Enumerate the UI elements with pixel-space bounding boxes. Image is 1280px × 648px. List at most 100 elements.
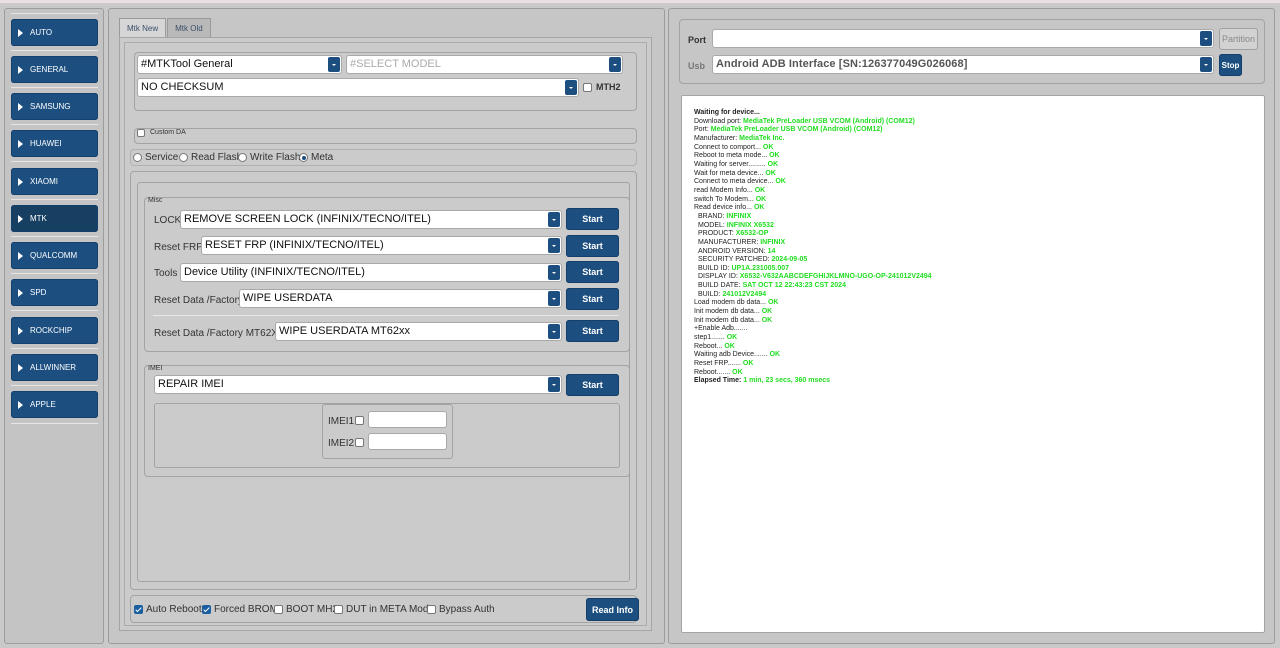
chevron-down-icon[interactable] bbox=[328, 57, 340, 72]
tab-mtk-new[interactable]: Mtk New bbox=[119, 18, 167, 37]
mode-service-label: Service bbox=[145, 152, 179, 163]
tool-select[interactable]: #MTKTool General bbox=[137, 55, 342, 74]
log-value: OK bbox=[753, 204, 765, 212]
log-line: DISPLAY ID: X6532-V632AABCDEFGHIJKLMNO-U… bbox=[694, 273, 1264, 282]
log-key: ANDROID VERSION: bbox=[698, 247, 768, 255]
log-line: Connect to comport... OK bbox=[694, 144, 1264, 153]
stop-button[interactable]: Stop bbox=[1219, 54, 1242, 76]
mode-read-flash-radio[interactable] bbox=[179, 153, 188, 162]
lock-select[interactable]: REMOVE SCREEN LOCK (INFINIX/TECNO/ITEL) bbox=[180, 210, 562, 229]
imei2-input[interactable] bbox=[368, 433, 447, 450]
chevron-down-icon[interactable] bbox=[565, 80, 577, 95]
boot-mh2-checkbox[interactable] bbox=[274, 605, 283, 614]
sidebar-item-label: SAMSUNG bbox=[30, 102, 71, 111]
sidebar-item-qualcomm[interactable]: QUALCOMM bbox=[11, 242, 98, 269]
port-label: Port bbox=[688, 35, 706, 45]
tool-select-value: #MTKTool General bbox=[141, 58, 233, 70]
sidebar-item-general[interactable]: GENERAL bbox=[11, 56, 98, 83]
sidebar-item-label: ROCKCHIP bbox=[30, 326, 73, 335]
imei-start-button[interactable]: Start bbox=[566, 374, 619, 396]
log-line: Waiting for device... bbox=[694, 109, 1264, 118]
chevron-down-icon[interactable] bbox=[548, 324, 560, 339]
imei2-checkbox[interactable] bbox=[355, 438, 364, 447]
sidebar-item-xiaomi[interactable]: XIAOMI bbox=[11, 168, 98, 195]
log-key: BUILD: bbox=[698, 290, 723, 298]
bypass-auth-label: Bypass Auth bbox=[439, 604, 495, 615]
sidebar-item-samsung[interactable]: SAMSUNG bbox=[11, 93, 98, 120]
sidebar-item-rockchip[interactable]: ROCKCHIP bbox=[11, 317, 98, 344]
sidebar-item-auto[interactable]: AUTO bbox=[11, 19, 98, 46]
mtk-panel: Mtk New Mtk Old #MTKTool General #SELECT… bbox=[108, 8, 665, 644]
sidebar-divider bbox=[11, 385, 98, 386]
reset-frp-select[interactable]: RESET FRP (INFINIX/TECNO/ITEL) bbox=[201, 236, 562, 255]
lock-start-button[interactable]: Start bbox=[566, 208, 619, 230]
log-key: SECURITY PATCHED: bbox=[698, 256, 772, 264]
reset-data-mt62xx-select-value: WIPE USERDATA MT62xx bbox=[279, 325, 411, 337]
log-value: 1 min, 23 secs, 360 msecs bbox=[743, 377, 831, 385]
arrow-right-icon bbox=[18, 326, 23, 335]
forced-brom-checkbox[interactable] bbox=[202, 605, 211, 614]
port-select[interactable] bbox=[712, 29, 1214, 48]
arrow-right-icon bbox=[18, 139, 23, 148]
options-bar: Auto Reboot Forced BROM BOOT MH2 DUT in … bbox=[130, 595, 639, 623]
bypass-auth-checkbox[interactable] bbox=[427, 605, 436, 614]
chevron-down-icon[interactable] bbox=[548, 212, 560, 227]
dut-meta-checkbox[interactable] bbox=[334, 605, 343, 614]
imei1-checkbox[interactable] bbox=[355, 416, 364, 425]
imei-fields-panel: IMEI1 IMEI2 bbox=[154, 403, 620, 468]
sidebar-item-huawei[interactable]: HUAWEI bbox=[11, 130, 98, 157]
tab-mtk-old[interactable]: Mtk Old bbox=[167, 18, 211, 37]
log-line: Elapsed Time: 1 min, 23 secs, 360 msecs bbox=[694, 377, 1264, 386]
arrow-right-icon bbox=[18, 65, 23, 74]
reset-data-start-button[interactable]: Start bbox=[566, 288, 619, 310]
tab-bar: Mtk New Mtk Old bbox=[119, 18, 211, 37]
sidebar-item-apple[interactable]: APPLE bbox=[11, 391, 98, 418]
log-line: BUILD: 241012V2494 bbox=[694, 291, 1264, 300]
mode-meta-radio[interactable] bbox=[299, 153, 308, 162]
sidebar-item-allwinner[interactable]: ALLWINNER bbox=[11, 354, 98, 381]
tools-start-button[interactable]: Start bbox=[566, 261, 619, 283]
tools-select[interactable]: Device Utility (INFINIX/TECNO/ITEL) bbox=[180, 263, 562, 282]
reset-data-select[interactable]: WIPE USERDATA bbox=[239, 289, 562, 308]
log-line: Port: MediaTek PreLoader USB VCOM (Andro… bbox=[694, 126, 1264, 135]
mode-write-flash-radio[interactable] bbox=[238, 153, 247, 162]
log-value: OK bbox=[761, 316, 773, 324]
log-key: BRAND: bbox=[698, 212, 727, 220]
partition-button[interactable]: Partition bbox=[1219, 28, 1258, 50]
usb-select[interactable]: Android ADB Interface [SN:126377049G0260… bbox=[712, 55, 1214, 74]
mth2-checkbox[interactable] bbox=[583, 83, 592, 92]
mode-service-radio[interactable] bbox=[133, 153, 142, 162]
log-value: X6532-OP bbox=[735, 230, 769, 238]
sidebar-item-spd[interactable]: SPD bbox=[11, 279, 98, 306]
imei1-input[interactable] bbox=[368, 411, 447, 428]
model-select[interactable]: #SELECT MODEL bbox=[346, 55, 623, 74]
chevron-down-icon[interactable] bbox=[548, 377, 560, 392]
chevron-down-icon[interactable] bbox=[1200, 31, 1212, 46]
reset-frp-label: Reset FRP bbox=[154, 242, 203, 253]
sidebar-item-mtk[interactable]: MTK bbox=[11, 205, 98, 232]
chevron-down-icon[interactable] bbox=[548, 291, 560, 306]
log-key: Waiting adb Device....... bbox=[694, 351, 770, 359]
usb-label: Usb bbox=[688, 61, 706, 71]
chevron-down-icon[interactable] bbox=[1200, 57, 1212, 72]
read-info-button[interactable]: Read Info bbox=[586, 598, 639, 621]
log-value: INFINIX bbox=[760, 238, 786, 246]
log-value: OK bbox=[724, 342, 735, 350]
imei-select[interactable]: REPAIR IMEI bbox=[154, 375, 562, 394]
lock-label: LOCK bbox=[154, 215, 182, 226]
log-line: switch To Modem... OK bbox=[694, 196, 1264, 205]
reset-data-mt62xx-select[interactable]: WIPE USERDATA MT62xx bbox=[275, 322, 562, 341]
chevron-down-icon[interactable] bbox=[609, 57, 621, 72]
checksum-select[interactable]: NO CHECKSUM bbox=[137, 78, 579, 97]
sidebar-divider bbox=[11, 310, 98, 311]
arrow-right-icon bbox=[18, 400, 23, 409]
log-value: MediaTek PreLoader USB VCOM (Android) (C… bbox=[743, 117, 915, 125]
custom-da-checkbox[interactable] bbox=[137, 129, 145, 137]
tools-label: Tools bbox=[154, 268, 178, 279]
chevron-down-icon[interactable] bbox=[548, 265, 560, 280]
log-key: Load modem db data... bbox=[694, 299, 768, 307]
chevron-down-icon[interactable] bbox=[548, 238, 560, 253]
auto-reboot-checkbox[interactable] bbox=[134, 605, 143, 614]
reset-frp-start-button[interactable]: Start bbox=[566, 235, 619, 257]
reset-data-mt62xx-start-button[interactable]: Start bbox=[566, 320, 619, 342]
